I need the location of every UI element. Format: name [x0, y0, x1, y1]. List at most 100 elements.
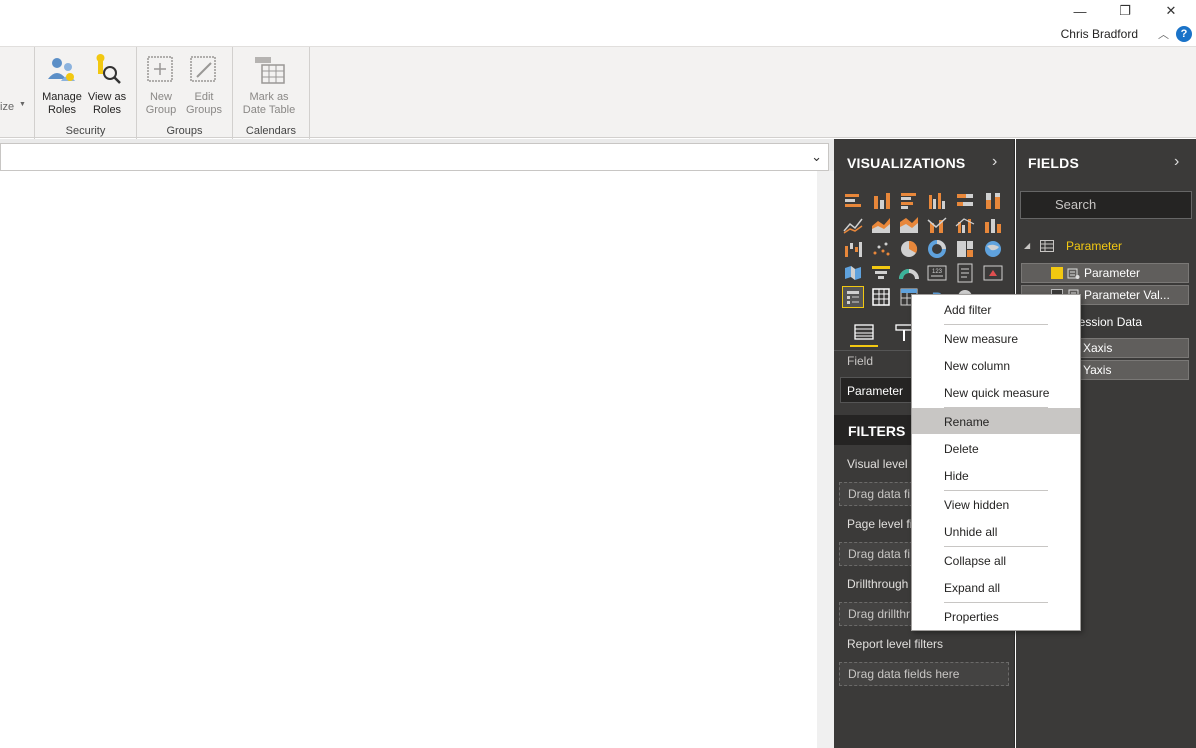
help-icon[interactable]: ?	[1176, 26, 1192, 42]
groups-group-label: Groups	[166, 125, 203, 137]
formula-bar[interactable]: ⌄	[0, 143, 829, 171]
gauge-icon[interactable]	[898, 262, 920, 284]
filters-title: FILTERS	[848, 423, 906, 439]
view-as-roles-icon	[96, 54, 121, 84]
minimize-icon: —	[1073, 3, 1087, 19]
menu-item-view-hidden[interactable]: View hidden	[912, 491, 1080, 517]
table-name: Parameter	[1066, 239, 1123, 253]
kpi-icon[interactable]	[982, 262, 1004, 284]
svg-text:123: 123	[932, 269, 943, 275]
filled-map-icon[interactable]	[842, 262, 864, 284]
line-chart-icon[interactable]	[842, 214, 864, 236]
report-page[interactable]	[0, 171, 817, 748]
field-name: Parameter Val...	[1084, 288, 1170, 302]
menu-item-collapse-all[interactable]: Collapse all	[912, 547, 1080, 573]
field-name: Parameter	[1084, 266, 1141, 280]
donut-chart-icon[interactable]	[926, 238, 948, 260]
card-icon[interactable]: 123	[926, 262, 948, 284]
waterfall-chart-icon[interactable]	[842, 238, 864, 260]
line-and-stacked-column-chart-icon[interactable]	[926, 214, 948, 236]
ribbon-group-calendars: Mark as Date Table Calendars	[233, 47, 310, 139]
menu-item-properties[interactable]: Properties	[912, 603, 1080, 629]
fields-title: FIELDS	[1028, 155, 1079, 171]
menu-item-new-column[interactable]: New column	[912, 352, 1080, 378]
menu-item-unhide-all[interactable]: Unhide all	[912, 518, 1080, 544]
report-level-drop-zone[interactable]: Drag data fields here	[839, 662, 1009, 686]
minimize-button[interactable]: —	[1057, 0, 1103, 22]
ribbon-chart-icon[interactable]	[982, 214, 1004, 236]
funnel-icon[interactable]	[870, 262, 892, 284]
vertical-scrollbar[interactable]	[817, 171, 834, 748]
tab-fields-well[interactable]	[850, 319, 878, 347]
clustered-bar-chart-icon[interactable]	[898, 190, 920, 212]
field-parameter[interactable]: Parameter	[1021, 263, 1189, 283]
new-group-label: New Group	[145, 91, 177, 116]
menu-item-new-measure[interactable]: New measure	[912, 325, 1080, 351]
scatter-chart-icon[interactable]	[870, 238, 892, 260]
edit-groups-button[interactable]: Edit Groups	[180, 53, 228, 117]
context-menu: Add filter New measure New column New qu…	[911, 294, 1081, 631]
field-well-label: Field	[847, 354, 874, 368]
menu-item-new-quick-measure[interactable]: New quick measure	[912, 379, 1080, 405]
area-chart-icon[interactable]	[870, 214, 892, 236]
view-as-roles-label: View as Roles	[87, 91, 127, 116]
user-row: Chris Bradford ︿ ?	[0, 22, 1196, 46]
menu-item-add-filter[interactable]: Add filter	[912, 296, 1080, 322]
expand-triangle-icon[interactable]: ◢	[1024, 241, 1030, 250]
user-name[interactable]: Chris Bradford	[1061, 27, 1138, 41]
restore-icon: ❐	[1119, 3, 1131, 18]
chevron-right-icon[interactable]: ›	[992, 153, 997, 171]
clustered-column-chart-icon[interactable]	[926, 190, 948, 212]
fields-search-input[interactable]: Search	[1020, 191, 1192, 219]
ribbon-group-security: Manage Roles View as Roles Security	[35, 47, 137, 139]
stacked-bar-chart-icon[interactable]	[842, 190, 864, 212]
pie-chart-icon[interactable]	[898, 238, 920, 260]
table-icon[interactable]	[870, 286, 892, 308]
field-name: Xaxis	[1083, 341, 1113, 355]
manage-roles-button[interactable]: Manage Roles	[38, 53, 86, 117]
line-and-clustered-column-chart-icon[interactable]	[954, 214, 976, 236]
calendars-group-label: Calendars	[245, 125, 297, 137]
stacked-area-chart-icon[interactable]	[898, 214, 920, 236]
100-stacked-column-chart-icon[interactable]	[982, 190, 1004, 212]
edit-groups-label: Edit Groups	[185, 91, 223, 116]
multi-row-card-icon[interactable]	[954, 262, 976, 284]
menu-item-rename[interactable]: Rename	[912, 408, 1080, 434]
title-bar: — ❐ ✕	[0, 0, 1196, 22]
field-name: Yaxis	[1083, 363, 1112, 377]
dropdown-caret-icon: ▼	[19, 101, 26, 108]
menu-item-expand-all[interactable]: Expand all	[912, 574, 1080, 600]
new-group-button[interactable]: New Group	[137, 53, 185, 117]
treemap-icon[interactable]	[954, 238, 976, 260]
menu-item-delete[interactable]: Delete	[912, 435, 1080, 461]
stacked-column-chart-icon[interactable]	[870, 190, 892, 212]
manage-roles-label: Manage Roles	[42, 91, 82, 116]
page-level-filters-label: Page level fi	[847, 517, 913, 531]
collapse-ribbon-icon[interactable]: ︿	[1158, 26, 1169, 42]
report-level-filters-label: Report level filters	[847, 637, 944, 651]
mark-as-date-table-label: Mark as Date Table	[242, 91, 296, 116]
edit-groups-icon	[190, 56, 216, 82]
restore-button[interactable]: ❐	[1102, 0, 1148, 22]
security-group-label: Security	[65, 125, 106, 137]
view-as-roles-button[interactable]: View as Roles	[83, 53, 131, 117]
drillthrough-filters-label: Drillthrough	[847, 577, 909, 591]
map-icon[interactable]	[982, 238, 1004, 260]
report-canvas-area: ⌄	[0, 139, 834, 748]
table-parameter[interactable]: ◢ Parameter	[1016, 237, 1196, 257]
slicer-icon[interactable]	[842, 286, 864, 308]
visualizations-title: VISUALIZATIONS	[847, 155, 966, 171]
partial-button-label[interactable]: ize	[0, 101, 14, 113]
chevron-down-icon[interactable]: ⌄	[811, 149, 822, 165]
menu-item-hide[interactable]: Hide	[912, 462, 1080, 488]
ribbon: ize ▼ Manage Roles View as Roles Securit…	[0, 46, 1196, 139]
100-stacked-bar-chart-icon[interactable]	[954, 190, 976, 212]
close-button[interactable]: ✕	[1148, 0, 1194, 22]
new-group-icon	[147, 56, 173, 82]
table-icon	[1040, 240, 1054, 252]
chevron-right-icon[interactable]: ›	[1174, 153, 1179, 171]
field-checkbox[interactable]	[1051, 267, 1063, 279]
close-icon: ✕	[1165, 3, 1177, 18]
mark-as-date-table-button[interactable]: Mark as Date Table	[237, 53, 301, 117]
ribbon-group-groups: New Group Edit Groups Groups	[137, 47, 233, 139]
